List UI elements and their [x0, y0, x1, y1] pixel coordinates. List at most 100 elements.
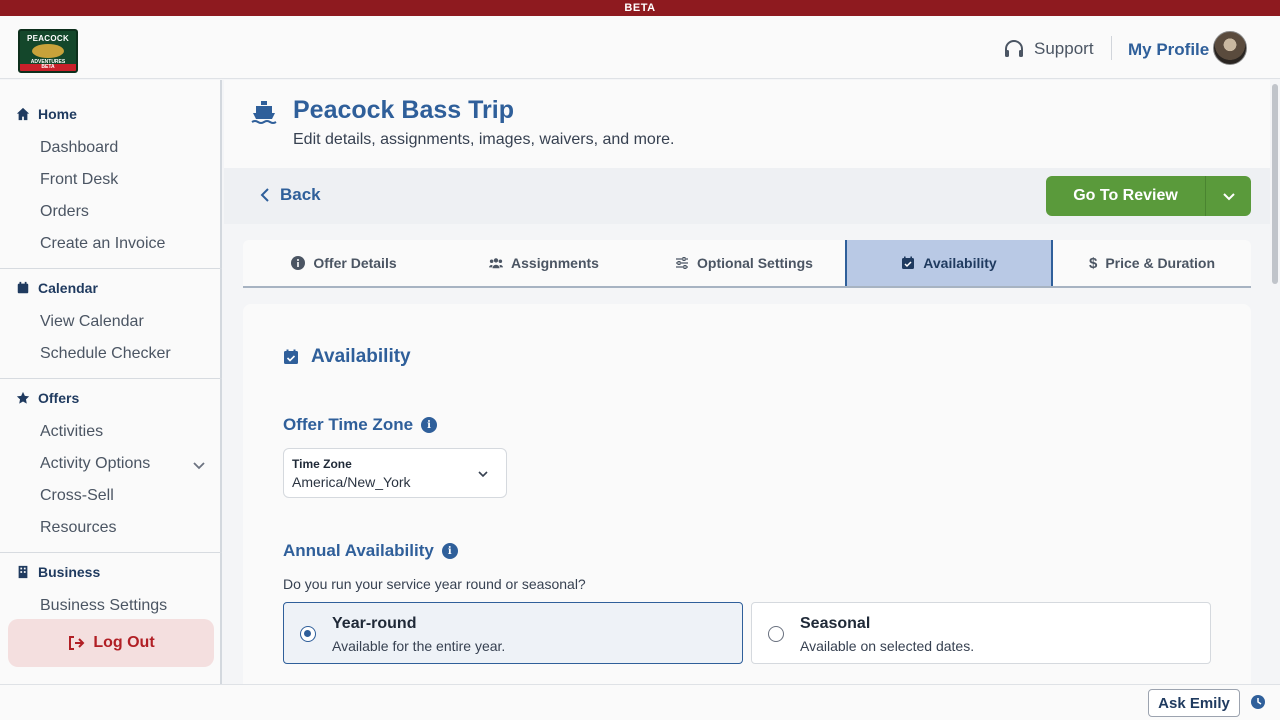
- sidebar-section-home: Home: [16, 106, 77, 122]
- header-divider: [1111, 36, 1112, 60]
- tab-price-duration[interactable]: $ Price & Duration: [1053, 240, 1251, 286]
- chevron-down-icon[interactable]: [192, 458, 206, 472]
- back-button[interactable]: Back: [258, 185, 321, 205]
- section-title-label: Availability: [311, 346, 411, 367]
- timezone-field-label: Time Zone: [292, 457, 352, 471]
- radio-button[interactable]: [768, 626, 784, 642]
- chevron-left-icon: [260, 188, 269, 202]
- avatar[interactable]: [1213, 31, 1247, 65]
- sidebar-item-schedule-checker[interactable]: Schedule Checker: [40, 345, 171, 363]
- sidebar-item-resources[interactable]: Resources: [40, 519, 116, 537]
- tab-availability[interactable]: Availability: [845, 240, 1053, 286]
- users-icon: [489, 258, 504, 269]
- info-icon[interactable]: i: [421, 417, 438, 433]
- option-title: Seasonal: [800, 615, 871, 632]
- page-subtitle: Edit details, assignments, images, waive…: [293, 131, 675, 148]
- headset-icon: [1005, 40, 1023, 57]
- tab-bar: Offer Details Assignments Optional Setti…: [243, 240, 1251, 288]
- timezone-select[interactable]: Time Zone America/New_York: [283, 448, 507, 498]
- calendar-icon: [17, 281, 29, 294]
- annual-heading-label: Annual Availability: [283, 541, 434, 560]
- option-description: Available for the entire year.: [332, 638, 506, 654]
- section-title: Availability: [283, 346, 411, 368]
- tab-label: Price & Duration: [1105, 255, 1216, 271]
- beta-banner: BETA: [0, 0, 1280, 16]
- sidebar-section-label: Calendar: [38, 280, 98, 296]
- clock-icon[interactable]: [1251, 695, 1265, 709]
- sidebar: Home Dashboard Front Desk Orders Create …: [0, 80, 222, 684]
- sidebar-section-business: Business: [16, 564, 100, 580]
- scrollbar[interactable]: [1270, 80, 1280, 684]
- footer-bar: Ask Emily: [0, 684, 1280, 720]
- calendar-check-icon: [284, 349, 298, 364]
- calendar-check-icon: [902, 256, 915, 269]
- sidebar-divider: [0, 378, 222, 379]
- company-logo[interactable]: PEACOCK ADVENTURES BETA: [18, 29, 78, 73]
- sidebar-divider: [0, 268, 222, 269]
- option-description: Available on selected dates.: [800, 638, 975, 654]
- timezone-heading: Offer Time Zone i: [283, 415, 438, 435]
- tab-assignments[interactable]: Assignments: [445, 240, 643, 286]
- sliders-icon: [676, 257, 689, 269]
- sidebar-item-activities[interactable]: Activities: [40, 423, 103, 441]
- logo-beta: BETA: [20, 64, 76, 71]
- sidebar-item-cross-sell[interactable]: Cross-Sell: [40, 487, 114, 505]
- sidebar-item-orders[interactable]: Orders: [40, 203, 89, 221]
- logout-button[interactable]: Log Out: [8, 619, 214, 667]
- sidebar-divider: [0, 552, 222, 553]
- logo-text: PEACOCK: [26, 34, 70, 43]
- info-icon[interactable]: i: [441, 543, 458, 559]
- profile-link[interactable]: My Profile: [1128, 40, 1209, 60]
- logout-label: Log Out: [93, 634, 155, 651]
- tab-optional-settings[interactable]: Optional Settings: [643, 240, 845, 286]
- fish-icon: [32, 44, 64, 58]
- chevron-down-icon: [478, 471, 488, 478]
- annual-heading: Annual Availability i: [283, 541, 458, 561]
- ship-icon: [251, 101, 277, 124]
- chevron-down-icon: [1222, 193, 1235, 201]
- ask-emily-button[interactable]: Ask Emily: [1148, 689, 1240, 717]
- timezone-value: America/New_York: [292, 474, 411, 490]
- top-bar: PEACOCK ADVENTURES BETA Support My Profi…: [0, 16, 1280, 79]
- sidebar-section-label: Business: [38, 564, 101, 580]
- sidebar-section-label: Home: [38, 106, 77, 122]
- logout-icon: [69, 636, 85, 650]
- tab-label: Optional Settings: [697, 255, 813, 271]
- availability-card: Availability Offer Time Zone i Time Zone…: [243, 304, 1251, 694]
- sidebar-section-offers: Offers: [16, 390, 79, 406]
- support-label: Support: [1034, 39, 1094, 58]
- review-label[interactable]: Go To Review: [1046, 176, 1206, 216]
- timezone-heading-label: Offer Time Zone: [283, 415, 414, 434]
- sidebar-item-view-calendar[interactable]: View Calendar: [40, 313, 144, 331]
- sidebar-item-business-settings[interactable]: Business Settings: [40, 597, 167, 615]
- radio-button[interactable]: [300, 626, 316, 642]
- sidebar-item-dashboard[interactable]: Dashboard: [40, 139, 118, 157]
- sidebar-item-create-invoice[interactable]: Create an Invoice: [40, 235, 165, 253]
- go-to-review-button[interactable]: Go To Review: [1046, 176, 1251, 216]
- sidebar-item-activity-options[interactable]: Activity Options: [40, 455, 150, 473]
- tab-label: Offer Details: [313, 255, 397, 271]
- tab-label: Availability: [923, 255, 997, 271]
- review-dropdown-toggle[interactable]: [1206, 176, 1251, 216]
- home-icon: [16, 107, 30, 121]
- dollar-icon: $: [1088, 254, 1098, 272]
- back-label: Back: [280, 185, 321, 204]
- availability-question: Do you run your service year round or se…: [283, 576, 586, 592]
- page-header: Peacock Bass Trip Edit details, assignme…: [224, 80, 1270, 168]
- action-bar: Back Go To Review: [224, 168, 1270, 224]
- info-icon: [291, 256, 306, 270]
- seasonal-option[interactable]: Seasonal Available on selected dates.: [751, 602, 1211, 664]
- page-title: Peacock Bass Trip: [293, 96, 514, 124]
- star-icon: [16, 391, 30, 404]
- building-icon: [18, 565, 28, 579]
- option-title: Year-round: [332, 615, 417, 632]
- sidebar-section-calendar: Calendar: [16, 280, 98, 296]
- support-link[interactable]: Support: [1002, 37, 1094, 61]
- main-content: Peacock Bass Trip Edit details, assignme…: [224, 80, 1270, 694]
- year-round-option[interactable]: Year-round Available for the entire year…: [283, 602, 743, 664]
- tab-offer-details[interactable]: Offer Details: [243, 240, 445, 286]
- sidebar-section-label: Offers: [38, 390, 80, 406]
- scrollbar-thumb[interactable]: [1272, 84, 1278, 284]
- sidebar-item-front-desk[interactable]: Front Desk: [40, 171, 118, 189]
- tab-label: Assignments: [511, 255, 599, 271]
